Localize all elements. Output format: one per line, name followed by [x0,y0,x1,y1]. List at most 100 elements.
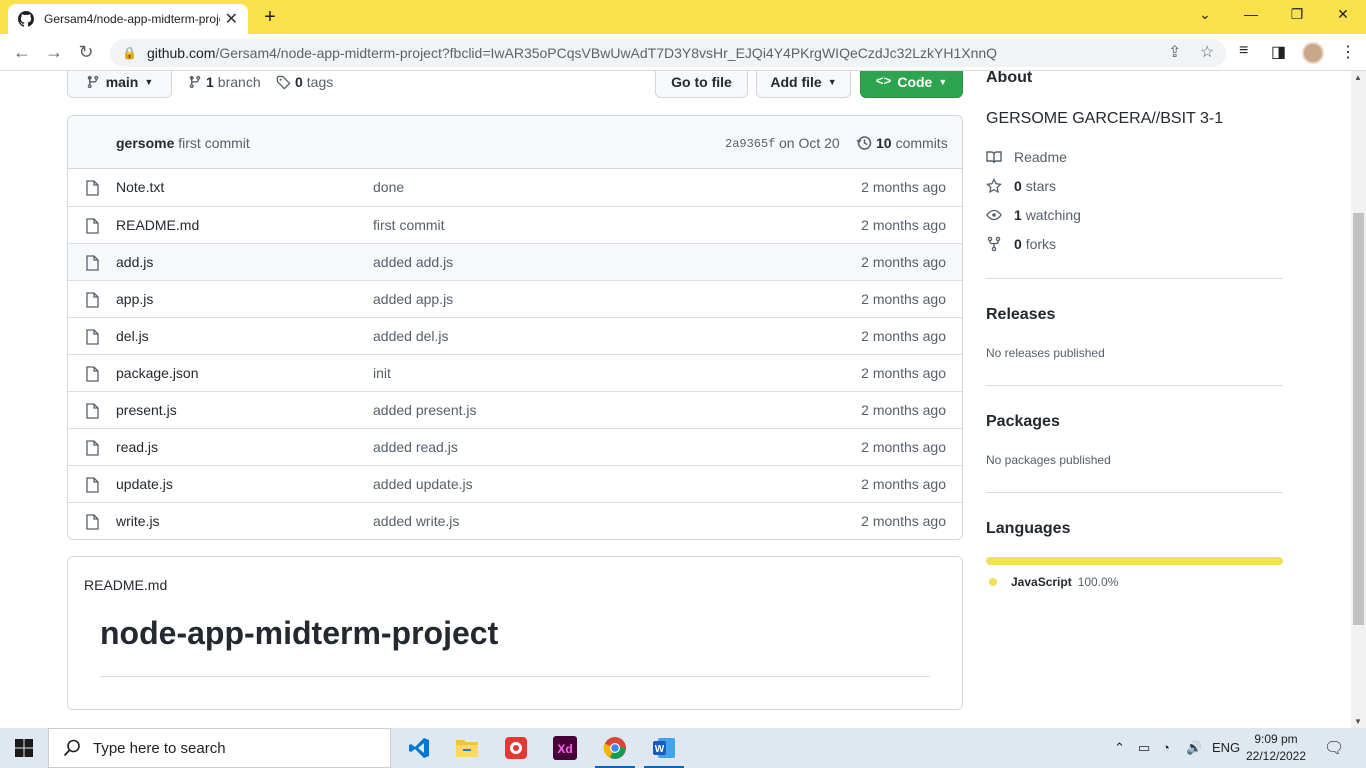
restore-icon[interactable]: ❐ [1287,6,1307,23]
star-icon [986,178,1002,194]
branches-link[interactable]: 1 branch [188,74,261,90]
menu-kebab-icon[interactable]: ⋮ [1340,42,1356,62]
file-commit-message[interactable]: added update.js [373,476,473,492]
file-age: 2 months ago [861,291,946,307]
file-commit-message[interactable]: added add.js [373,254,453,270]
watching-link[interactable]: 1 watching [986,207,1081,223]
adobe-xd-app[interactable]: Xd [541,728,589,768]
reading-list-icon[interactable]: ≡ [1239,42,1248,60]
file-name[interactable]: write.js [116,513,160,529]
file-name[interactable]: present.js [116,402,177,418]
file-name[interactable]: app.js [116,291,153,307]
branch-select-button[interactable]: main ▼ [67,71,172,98]
commit-sha[interactable]: 2a9365f [725,137,775,151]
file-name[interactable]: Note.txt [116,179,164,195]
vscode-app[interactable] [395,728,443,768]
taskbar-search[interactable]: Type here to search [48,728,391,768]
notifications-icon[interactable]: 🗨 [1324,738,1344,758]
file-age: 2 months ago [861,254,946,270]
file-age: 2 months ago [861,365,946,381]
profile-avatar[interactable] [1302,42,1324,64]
window-close-icon[interactable]: ✕ [1333,6,1353,23]
releases-text: No releases published [986,346,1105,360]
file-age: 2 months ago [861,328,946,344]
reload-icon[interactable]: ↻ [75,42,97,63]
file-row[interactable]: del.js added del.js 2 months ago [68,317,962,354]
input-language[interactable]: ENG [1212,740,1240,755]
recorder-app[interactable] [492,728,540,768]
go-to-file-button[interactable]: Go to file [655,71,748,98]
share-icon[interactable]: ⇪ [1168,42,1181,62]
file-icon [86,329,99,345]
file-name[interactable]: del.js [116,328,149,344]
new-tab-icon[interactable]: + [260,6,280,29]
tray-overflow-chevron-icon[interactable]: ⌃ [1114,740,1125,756]
commit-message[interactable]: first commit [178,135,250,151]
volume-icon[interactable]: 🔊 [1186,740,1202,756]
back-icon[interactable]: ← [11,42,33,63]
scroll-thumb[interactable] [1353,213,1364,625]
file-commit-message[interactable]: added read.js [373,439,458,455]
close-tab-icon[interactable]: ✕ [225,9,238,29]
file-row[interactable]: present.js added present.js 2 months ago [68,391,962,428]
packages-title[interactable]: Packages [986,413,1060,431]
file-name[interactable]: add.js [116,254,153,270]
commit-author[interactable]: gersome first commit [116,135,250,151]
bookmark-star-icon[interactable]: ☆ [1200,42,1214,62]
file-explorer-app[interactable] [443,728,491,768]
side-panel-icon[interactable]: ◨ [1271,42,1286,62]
taskbar-clock[interactable]: 9:09 pm 22/12/2022 [1240,731,1312,765]
file-row[interactable]: write.js added write.js 2 months ago [68,502,962,539]
browser-tab[interactable]: Gersam4/node-app-midterm-project ✕ [8,4,248,34]
file-commit-message[interactable]: first commit [373,217,445,233]
file-commit-message[interactable]: done [373,179,404,195]
minimize-icon[interactable]: — [1241,6,1261,22]
file-icon [86,440,99,456]
add-file-button[interactable]: Add file ▼ [756,71,851,98]
fork-icon [987,236,1001,252]
word-app[interactable]: W [640,728,688,768]
tags-link[interactable]: 0 tags [276,74,333,90]
svg-text:W: W [655,744,665,755]
file-commit-message[interactable]: init [373,365,391,381]
commit-date: on Oct 20 [779,135,840,151]
file-row[interactable]: read.js added read.js 2 months ago [68,428,962,465]
address-bar[interactable]: 🔒 github.com/Gersam4/node-app-midterm-pr… [110,39,1226,67]
code-button[interactable]: <> Code ▼ [860,71,963,98]
readme-file-label[interactable]: README.md [84,577,167,593]
file-row[interactable]: app.js added app.js 2 months ago [68,280,962,317]
releases-title[interactable]: Releases [986,306,1055,324]
code-brackets-icon: <> [875,74,892,89]
file-row[interactable]: update.js added update.js 2 months ago [68,465,962,502]
commits-link[interactable]: 10 commits [856,135,948,151]
file-commit-message[interactable]: added write.js [373,513,459,529]
file-row[interactable]: Note.txt done 2 months ago [68,169,962,206]
scroll-up-icon[interactable]: ▲ [1354,73,1362,82]
wifi-icon[interactable]: ◔ [1162,740,1170,755]
file-row[interactable]: add.js added add.js 2 months ago [68,243,962,280]
file-row[interactable]: package.json init 2 months ago [68,354,962,391]
adobe-xd-icon: Xd [553,736,577,760]
scroll-down-icon[interactable]: ▼ [1354,717,1362,726]
file-name[interactable]: update.js [116,476,173,492]
start-button[interactable] [0,728,48,768]
stars-link[interactable]: 0 stars [986,178,1056,194]
file-icon [86,514,99,530]
file-commit-message[interactable]: added app.js [373,291,453,307]
file-commit-message[interactable]: added present.js [373,402,477,418]
readme-link[interactable]: Readme [986,149,1067,165]
battery-icon[interactable]: ▭ [1138,740,1150,756]
language-item[interactable]: JavaScript 100.0% [989,575,1118,589]
forward-icon[interactable]: → [43,42,65,63]
file-commit-message[interactable]: added del.js [373,328,449,344]
add-file-label: Add file [770,73,822,90]
file-name[interactable]: read.js [116,439,158,455]
file-name[interactable]: package.json [116,365,199,381]
file-row[interactable]: README.md first commit 2 months ago [68,206,962,243]
chrome-app[interactable] [591,728,639,768]
tab-search-chevron-icon[interactable]: ⌄ [1195,6,1215,23]
forks-link[interactable]: 0 forks [986,236,1056,252]
file-name[interactable]: README.md [116,217,199,233]
branch-label: branch [217,74,261,90]
page-scrollbar[interactable]: ▲ ▼ [1351,71,1366,728]
